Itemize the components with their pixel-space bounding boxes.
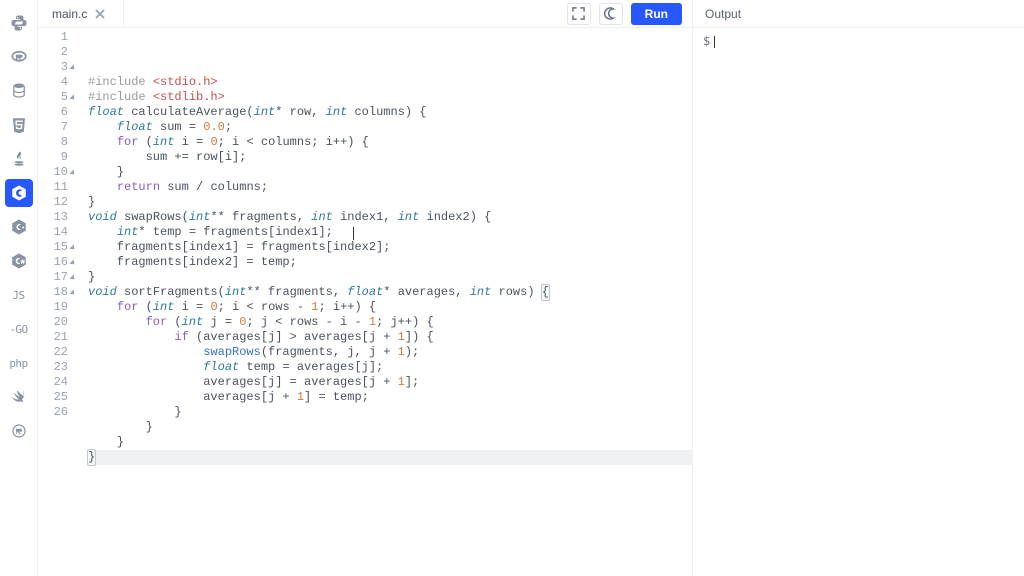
code-line[interactable]: sum += row[i];	[88, 150, 692, 165]
code-line[interactable]: return sum / columns;	[88, 180, 692, 195]
moon-icon	[604, 7, 617, 20]
file-tab[interactable]: main.c	[38, 0, 124, 27]
code-line[interactable]: }	[88, 165, 692, 180]
code-line[interactable]: }	[88, 420, 692, 435]
top-actions: Run	[567, 0, 692, 27]
close-icon[interactable]	[95, 9, 105, 19]
code-line[interactable]: float calculateAverage(int* row, int col…	[88, 105, 692, 120]
editor-panel: main.c Run 12345678910111213141516171819…	[38, 0, 692, 576]
output-prompt: $	[703, 34, 710, 48]
lang-r-icon[interactable]	[5, 43, 33, 71]
output-cursor	[714, 36, 715, 48]
lang-go-icon[interactable]: -GO	[5, 315, 33, 343]
lang-sql-icon[interactable]	[5, 77, 33, 105]
code-line[interactable]: fragments[index1] = fragments[index2];	[88, 240, 692, 255]
fullscreen-icon	[572, 7, 585, 20]
lang-rust-icon[interactable]	[5, 417, 33, 445]
lang-php-icon[interactable]: php	[5, 349, 33, 377]
lang-swift-icon[interactable]	[5, 383, 33, 411]
code-line[interactable]: void swapRows(int** fragments, int index…	[88, 210, 692, 225]
lang-html-icon[interactable]	[5, 111, 33, 139]
code-line[interactable]: }	[88, 450, 692, 465]
code-line[interactable]: #include <stdlib.h>	[88, 90, 692, 105]
lang-cpp-icon[interactable]	[5, 213, 33, 241]
code-line[interactable]: averages[j + 1] = temp;	[88, 390, 692, 405]
line-gutter: 1234567891011121314151617181920212223242…	[38, 30, 74, 576]
code-line[interactable]: averages[j] = averages[j + 1];	[88, 375, 692, 390]
code-editor[interactable]: 1234567891011121314151617181920212223242…	[38, 28, 692, 576]
lang-js-icon[interactable]: JS	[5, 281, 33, 309]
code-line[interactable]: float sum = 0.0;	[88, 120, 692, 135]
code-area[interactable]: #include <stdio.h>#include <stdlib.h>flo…	[74, 30, 692, 576]
output-panel: Output $	[692, 0, 1024, 576]
code-line[interactable]: for (int j = 0; j < rows - i - 1; j++) {	[88, 315, 692, 330]
code-line[interactable]: }	[88, 435, 692, 450]
tab-filename: main.c	[52, 7, 87, 21]
lang-csharp-icon[interactable]	[5, 247, 33, 275]
code-line[interactable]: float temp = averages[j];	[88, 360, 692, 375]
code-line[interactable]: swapRows(fragments, j, j + 1);	[88, 345, 692, 360]
code-line[interactable]: fragments[index2] = temp;	[88, 255, 692, 270]
code-line[interactable]: #include <stdio.h>	[88, 75, 692, 90]
lang-c-icon[interactable]	[5, 179, 33, 207]
output-header: Output	[693, 0, 1024, 28]
topbar: main.c Run	[38, 0, 692, 28]
code-line[interactable]: }	[88, 405, 692, 420]
lang-java-icon[interactable]	[5, 145, 33, 173]
code-line[interactable]: for (int i = 0; i < columns; i++) {	[88, 135, 692, 150]
code-line[interactable]: for (int i = 0; i < rows - 1; i++) {	[88, 300, 692, 315]
text-cursor	[353, 227, 354, 240]
code-line[interactable]: void sortFragments(int** fragments, floa…	[88, 285, 692, 300]
code-line[interactable]: if (averages[j] > averages[j + 1]) {	[88, 330, 692, 345]
fullscreen-button[interactable]	[567, 3, 591, 25]
code-line[interactable]: }	[88, 195, 692, 210]
code-line[interactable]: }	[88, 270, 692, 285]
language-sidebar: JS -GO php	[0, 0, 38, 576]
run-button[interactable]: Run	[631, 3, 682, 25]
lang-python-icon[interactable]	[5, 9, 33, 37]
theme-toggle-button[interactable]	[599, 3, 623, 25]
code-line[interactable]: int* temp = fragments[index1];	[88, 225, 692, 240]
output-body[interactable]: $	[693, 28, 1024, 576]
